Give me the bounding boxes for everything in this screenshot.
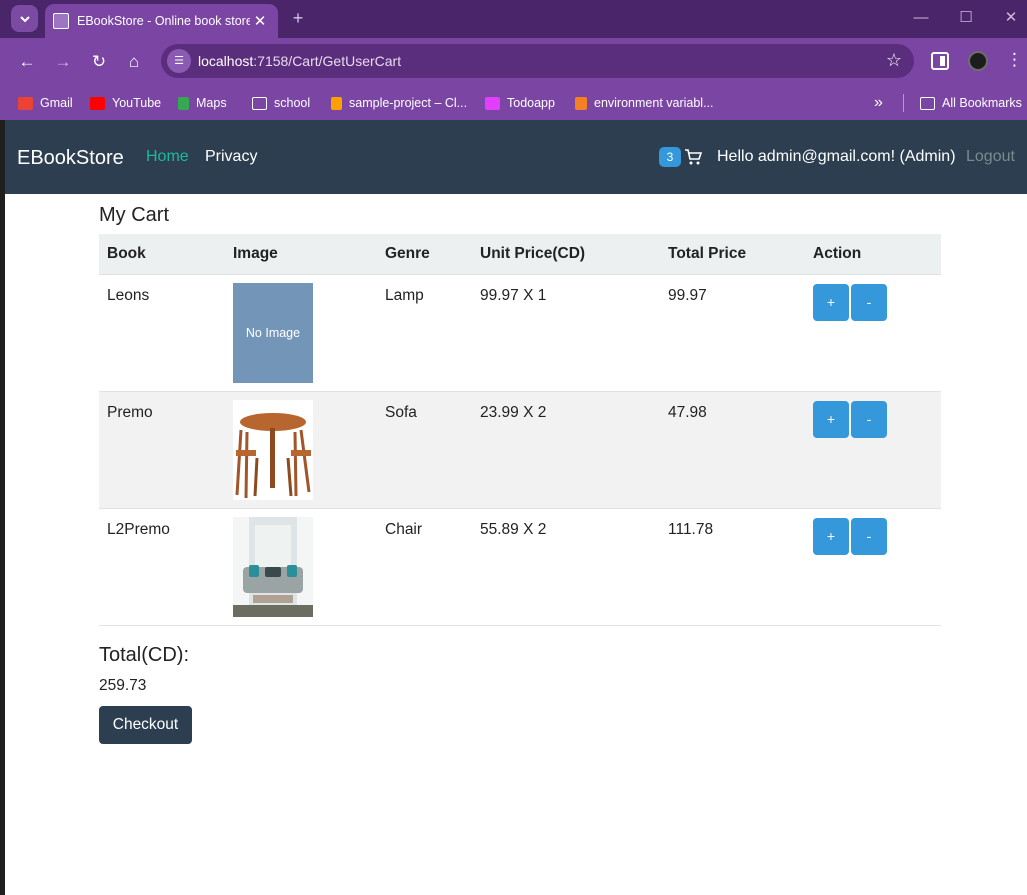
browser-chrome: EBookStore - Online book store ✕ + — ☐ ✕… bbox=[0, 0, 1027, 120]
increase-quantity-button[interactable]: + bbox=[813, 283, 849, 321]
profile-avatar[interactable] bbox=[968, 51, 988, 71]
maps-pin-icon bbox=[178, 96, 189, 110]
side-panel-icon[interactable] bbox=[931, 52, 949, 70]
folder-icon bbox=[920, 96, 935, 110]
brand-link[interactable]: EBookStore bbox=[17, 147, 124, 170]
tab-title: EBookStore - Online book store bbox=[77, 14, 250, 28]
site-info-icon[interactable]: ☰ bbox=[167, 49, 191, 73]
window-close-icon[interactable]: ✕ bbox=[998, 8, 1024, 28]
chevron-down-icon bbox=[19, 15, 30, 22]
url-text[interactable]: localhost:7158/Cart/GetUserCart bbox=[198, 53, 401, 69]
tab-close-icon[interactable]: ✕ bbox=[250, 12, 270, 30]
decrease-quantity-button[interactable]: - bbox=[851, 517, 887, 555]
column-header: Genre bbox=[377, 234, 472, 275]
cart-icon[interactable] bbox=[684, 148, 702, 166]
tab-search-button[interactable] bbox=[11, 5, 38, 32]
browser-tab[interactable]: EBookStore - Online book store ✕ bbox=[45, 4, 278, 38]
decrease-quantity-button[interactable]: - bbox=[851, 283, 887, 321]
bookmark-maps[interactable]: Maps bbox=[178, 92, 227, 114]
bookmarks-bar: Gmail YouTube Maps school sample-project… bbox=[0, 86, 1027, 120]
bookmarks-divider bbox=[903, 94, 904, 112]
firebase-icon bbox=[331, 96, 342, 110]
column-header: Unit Price(CD) bbox=[472, 234, 660, 275]
menu-kebab-icon[interactable]: ⋮ bbox=[1006, 50, 1023, 70]
column-header: Action bbox=[805, 234, 941, 275]
bookmark-todoapp[interactable]: Todoapp bbox=[485, 92, 555, 114]
action-cell: + - bbox=[805, 508, 941, 626]
cart-count-badge[interactable]: 3 bbox=[659, 147, 681, 167]
table-row: L2Premo Chair 55.89 X 2 111.78 + - bbox=[99, 508, 941, 626]
action-cell: + - bbox=[805, 391, 941, 509]
checkout-button[interactable]: Checkout bbox=[99, 706, 192, 744]
page-favicon-icon bbox=[53, 13, 69, 29]
new-tab-button[interactable]: + bbox=[288, 8, 308, 28]
logout-link[interactable]: Logout bbox=[966, 148, 1015, 166]
total-value: 259.73 bbox=[99, 677, 147, 694]
table-row: Premo Sofa 23.99 X 2 47.98 + - bbox=[99, 391, 941, 509]
bookmark-environment[interactable]: environment variabl... bbox=[575, 92, 714, 114]
image-cell bbox=[225, 508, 377, 626]
todoapp-icon bbox=[485, 96, 500, 110]
column-header: Total Price bbox=[660, 234, 805, 275]
page-title: My Cart bbox=[99, 204, 169, 226]
youtube-icon bbox=[90, 96, 105, 110]
column-header: Image bbox=[225, 234, 377, 275]
total-label: Total(CD): bbox=[99, 644, 190, 666]
total-price: 111.78 bbox=[660, 508, 805, 626]
book-name: Leons bbox=[99, 274, 225, 392]
column-header: Book bbox=[99, 234, 225, 275]
user-greeting[interactable]: Hello admin@gmail.com! (Admin) bbox=[717, 148, 956, 166]
book-name: Premo bbox=[99, 391, 225, 509]
bookmark-gmail[interactable]: Gmail bbox=[18, 92, 73, 114]
back-icon[interactable]: ← bbox=[15, 50, 39, 74]
decrease-quantity-button[interactable]: - bbox=[851, 400, 887, 438]
forward-icon[interactable]: → bbox=[51, 50, 75, 74]
unit-price: 23.99 X 2 bbox=[472, 391, 660, 509]
living-room-image bbox=[233, 516, 313, 617]
increase-quantity-button[interactable]: + bbox=[813, 400, 849, 438]
maximize-icon[interactable]: ☐ bbox=[953, 8, 979, 28]
bookmark-youtube[interactable]: YouTube bbox=[90, 92, 161, 114]
unit-price: 99.97 X 1 bbox=[472, 274, 660, 392]
table-row: Leons No Image Lamp 99.97 X 1 99.97 + - bbox=[99, 274, 941, 392]
bookmark-sample-project[interactable]: sample-project – Cl... bbox=[331, 92, 467, 114]
no-image-placeholder: No Image bbox=[233, 282, 313, 383]
folder-icon bbox=[252, 96, 267, 110]
minimize-icon[interactable]: — bbox=[908, 8, 934, 28]
table-chairs-image bbox=[233, 399, 313, 500]
all-bookmarks[interactable]: All Bookmarks bbox=[920, 92, 1022, 114]
book-name: L2Premo bbox=[99, 508, 225, 626]
genre: Lamp bbox=[377, 274, 472, 392]
bookmark-school[interactable]: school bbox=[252, 92, 310, 114]
total-price: 47.98 bbox=[660, 391, 805, 509]
window-edge bbox=[0, 120, 5, 895]
action-cell: + - bbox=[805, 274, 941, 392]
more-bookmarks-icon[interactable]: » bbox=[874, 92, 883, 114]
reload-icon[interactable]: ↻ bbox=[87, 50, 111, 74]
nav-privacy-link[interactable]: Privacy bbox=[205, 148, 257, 166]
genre: Sofa bbox=[377, 391, 472, 509]
image-cell: No Image bbox=[225, 274, 377, 392]
table-header-row: Book Image Genre Unit Price(CD) Total Pr… bbox=[99, 234, 941, 275]
address-bar[interactable]: ☰ localhost:7158/Cart/GetUserCart ☆ bbox=[161, 44, 914, 78]
tab-strip: EBookStore - Online book store ✕ + — ☐ ✕ bbox=[0, 0, 1027, 38]
home-icon[interactable]: ⌂ bbox=[122, 50, 146, 74]
cart-table: Book Image Genre Unit Price(CD) Total Pr… bbox=[99, 234, 941, 626]
increase-quantity-button[interactable]: + bbox=[813, 517, 849, 555]
gmail-icon bbox=[18, 96, 33, 110]
stackoverflow-icon bbox=[575, 96, 587, 110]
image-cell bbox=[225, 391, 377, 509]
unit-price: 55.89 X 2 bbox=[472, 508, 660, 626]
bookmark-star-icon[interactable]: ☆ bbox=[886, 50, 902, 71]
app-navbar: EBookStore Home Privacy 3 Hello admin@gm… bbox=[5, 120, 1027, 194]
genre: Chair bbox=[377, 508, 472, 626]
browser-toolbar: ← → ↻ ⌂ ☰ localhost:7158/Cart/GetUserCar… bbox=[0, 38, 1027, 86]
total-price: 99.97 bbox=[660, 274, 805, 392]
nav-home-link[interactable]: Home bbox=[146, 148, 189, 166]
